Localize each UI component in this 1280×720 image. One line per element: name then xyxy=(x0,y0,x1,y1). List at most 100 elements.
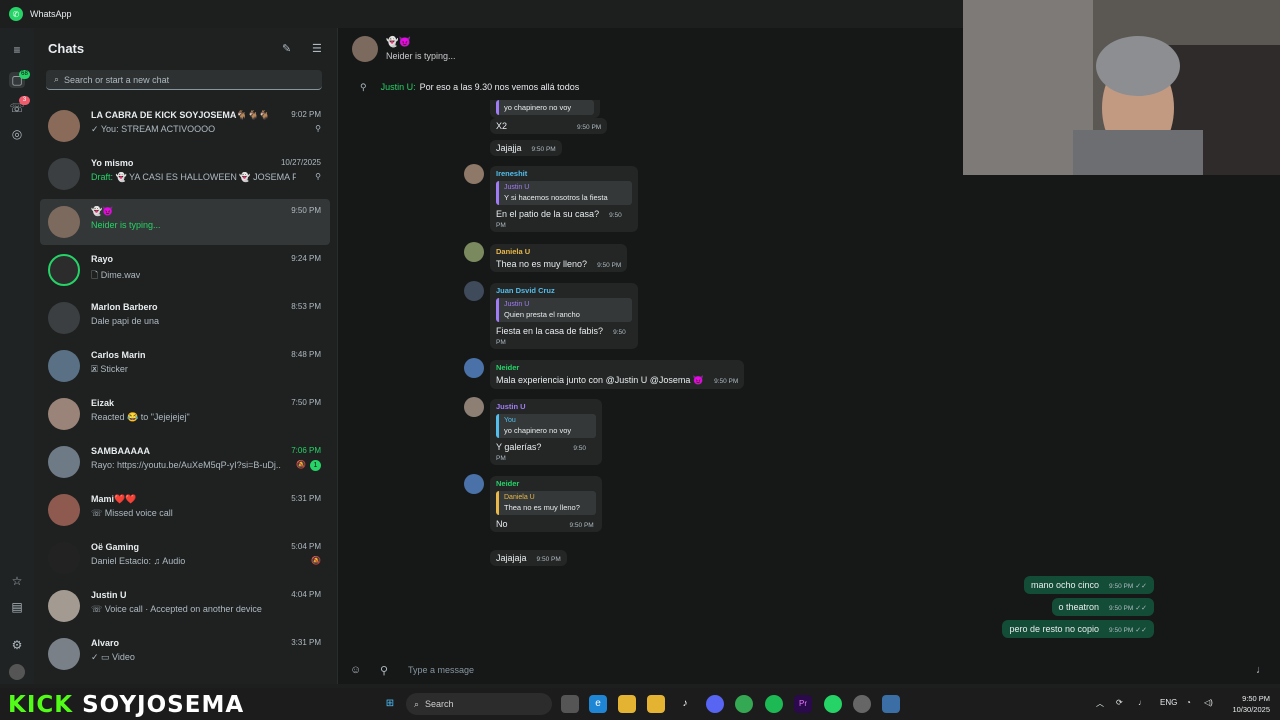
nav-rail: ≡ ▢ 68 ☏ 3 ◎ ☆ ▤ ⚙ xyxy=(0,28,34,684)
avatar xyxy=(48,302,80,334)
chat-time: 9:50 PM xyxy=(291,206,321,215)
muted-icon: 🔕 xyxy=(296,460,306,469)
message-text: o theatron xyxy=(1058,602,1100,612)
group-avatar[interactable] xyxy=(352,36,378,62)
conversation-name: 👻😈 xyxy=(386,37,411,48)
discord-icon[interactable] xyxy=(706,695,724,713)
message-bubble[interactable]: yo chapinero no voy xyxy=(490,100,600,118)
avatar xyxy=(48,638,80,670)
chat-time: 9:02 PM xyxy=(291,110,321,119)
chat-item[interactable]: Justin U 4:04 PM ☏ Voice call · Accepted… xyxy=(40,583,330,629)
conversation-status: Neider is typing... xyxy=(386,51,456,61)
menu-icon[interactable]: ≡ xyxy=(9,42,25,58)
avatar[interactable] xyxy=(464,281,484,301)
avatar[interactable] xyxy=(464,358,484,378)
premiere-icon[interactable]: Pr xyxy=(794,695,812,713)
message-text: mano ocho cinco xyxy=(1031,580,1100,590)
search-icon: ⌕ xyxy=(54,74,60,84)
avatar[interactable] xyxy=(464,242,484,262)
app-title: WhatsApp xyxy=(30,9,72,19)
windows-start-icon[interactable]: ⊞ xyxy=(381,695,399,713)
microphone-tray-icon[interactable]: ♩ xyxy=(1138,698,1146,707)
chat-item[interactable]: 👻😈 9:50 PM Neider is typing... xyxy=(40,199,330,245)
avatar[interactable] xyxy=(464,474,484,494)
chat-item[interactable]: Alvaro 3:31 PM ✓ ▭ Video xyxy=(40,631,330,677)
message-time: 9:50 PM xyxy=(597,262,622,269)
search-input[interactable]: ⌕ Search or start a new chat xyxy=(46,70,322,90)
message-sender: Justin U xyxy=(496,402,526,411)
message-time: 9:50 PM xyxy=(1109,605,1134,612)
chat-time: 3:31 PM xyxy=(291,638,321,647)
task-view-icon[interactable] xyxy=(561,695,579,713)
message-sender: Daniela U xyxy=(496,247,531,256)
wifi-tray-icon[interactable]: ◔ xyxy=(1186,698,1191,707)
message-time: 9:50 PM xyxy=(714,378,739,385)
outgoing-message[interactable]: o theatron 9:50 PM ✓✓ xyxy=(1051,598,1154,616)
message-bubble[interactable]: Jajajja 9:50 PM xyxy=(490,140,562,156)
read-receipt-icon: ✓✓ xyxy=(1135,583,1147,590)
chat-item[interactable]: Yo mismo 10/27/2025 Draft: 👻 YA CASI ES … xyxy=(40,151,330,197)
starred-icon[interactable]: ☆ xyxy=(9,573,25,589)
message-bubble[interactable]: X2 9:50 PM xyxy=(490,118,608,134)
chat-time: 5:04 PM xyxy=(291,542,321,551)
spotify-icon[interactable] xyxy=(765,695,783,713)
quote-author: Justin U xyxy=(504,301,530,308)
microphone-icon[interactable]: ♩ xyxy=(1256,664,1267,676)
chat-item[interactable]: LA CABRA DE KICK SOYJOSEMA🐐🐐🐐 9:02 PM ✓ … xyxy=(40,103,330,149)
chat-item[interactable]: Mami❤️❤️ 5:31 PM ☏ Missed voice call xyxy=(40,487,330,533)
avatar[interactable] xyxy=(464,397,484,417)
message-bubble[interactable]: Jajajaja 9:50 PM xyxy=(490,550,567,566)
archive-icon[interactable]: ▤ xyxy=(9,599,25,615)
attach-icon[interactable]: ⚲ xyxy=(380,664,388,677)
edge-icon[interactable]: e xyxy=(589,695,607,713)
taskbar-search[interactable]: ⌕ Search xyxy=(406,693,552,715)
message-input[interactable] xyxy=(408,663,908,677)
message-text: pero de resto no copio xyxy=(1009,624,1100,634)
chat-item[interactable]: Eizak 7:50 PM Reacted 😂 to "Jejejejej" xyxy=(40,391,330,437)
emoji-icon[interactable]: ☺ xyxy=(350,664,361,676)
message-time: 9:50 PM xyxy=(1109,627,1134,634)
chat-item[interactable]: Marlon Barbero 8:53 PM Dale papi de una xyxy=(40,295,330,341)
calls-badge: 3 xyxy=(19,96,30,105)
obs-icon[interactable] xyxy=(853,695,871,713)
message-bubble[interactable]: Ireneshit Justin U Y si hacemos nosotros… xyxy=(490,166,638,232)
stream-overlay-banner: KICK SOYJOSEMA xyxy=(8,692,244,718)
outgoing-message[interactable]: mano ocho cinco 9:50 PM ✓✓ xyxy=(1024,576,1154,594)
message-text: Jajajaja xyxy=(496,553,527,563)
message-composer: ☺ ⚲ ♩ xyxy=(338,656,1280,684)
new-chat-icon[interactable]: ✎ xyxy=(282,42,291,55)
outgoing-message[interactable]: pero de resto no copio 9:50 PM ✓✓ xyxy=(1002,620,1154,638)
whatsapp-taskbar-icon[interactable] xyxy=(824,695,842,713)
chat-item[interactable]: Carlos Marin 8:48 PM 🗷 Sticker xyxy=(40,343,330,389)
file-explorer-icon[interactable] xyxy=(618,695,636,713)
message-bubble[interactable]: Justin U You yo chapinero no voy Y galer… xyxy=(490,399,602,465)
pinned-text: Por eso a las 9.30 nos vemos allá todos xyxy=(419,82,580,92)
settings-icon[interactable]: ⚙ xyxy=(9,637,25,653)
status-icon[interactable]: ◎ xyxy=(9,126,25,142)
language-indicator[interactable]: ENG xyxy=(1160,698,1177,707)
chat-item[interactable]: SAMBAAAAA 7:06 PM Rayo: https://youtu.be… xyxy=(40,439,330,485)
message-time: 9:50 PM xyxy=(577,124,602,131)
filter-icon[interactable]: ☰ xyxy=(312,42,322,55)
message-bubble[interactable]: Neider Daniela U Thea no es muy lleno? N… xyxy=(490,476,602,532)
message-bubble[interactable]: Daniela U Thea no es muy lleno? 9:50 PM xyxy=(490,244,628,272)
chat-time: 5:31 PM xyxy=(291,494,321,503)
avatar[interactable] xyxy=(464,164,484,184)
chats-badge: 68 xyxy=(19,70,30,79)
network-tray-icon[interactable]: ⟳ xyxy=(1116,698,1123,707)
volume-tray-icon[interactable]: ◁) xyxy=(1204,698,1213,707)
profile-avatar[interactable] xyxy=(9,664,25,680)
chrome-icon[interactable] xyxy=(735,695,753,713)
quote-text: Y si hacemos nosotros la fiesta xyxy=(504,193,608,202)
calculator-icon[interactable] xyxy=(882,695,900,713)
chat-item[interactable]: Rayo 9:24 PM 🗋 Dime.wav xyxy=(40,247,330,293)
quote-text: Quien presta el rancho xyxy=(504,310,580,319)
store-icon[interactable] xyxy=(647,695,665,713)
message-sender: Neider xyxy=(496,363,520,372)
chat-item[interactable]: Oë Gaming 5:04 PM Daniel Estacio: ♫ Audi… xyxy=(40,535,330,581)
message-bubble[interactable]: Neider Mala experiencia junto con @Justi… xyxy=(490,360,745,389)
taskbar-clock[interactable]: 9:50 PM 10/30/2025 xyxy=(1232,693,1270,715)
tiktok-icon[interactable]: ♪ xyxy=(676,695,694,713)
tray-chevron-icon[interactable]: ︿ xyxy=(1096,698,1104,709)
message-bubble[interactable]: Juan Dsvid Cruz Justin U Quien presta el… xyxy=(490,283,638,349)
